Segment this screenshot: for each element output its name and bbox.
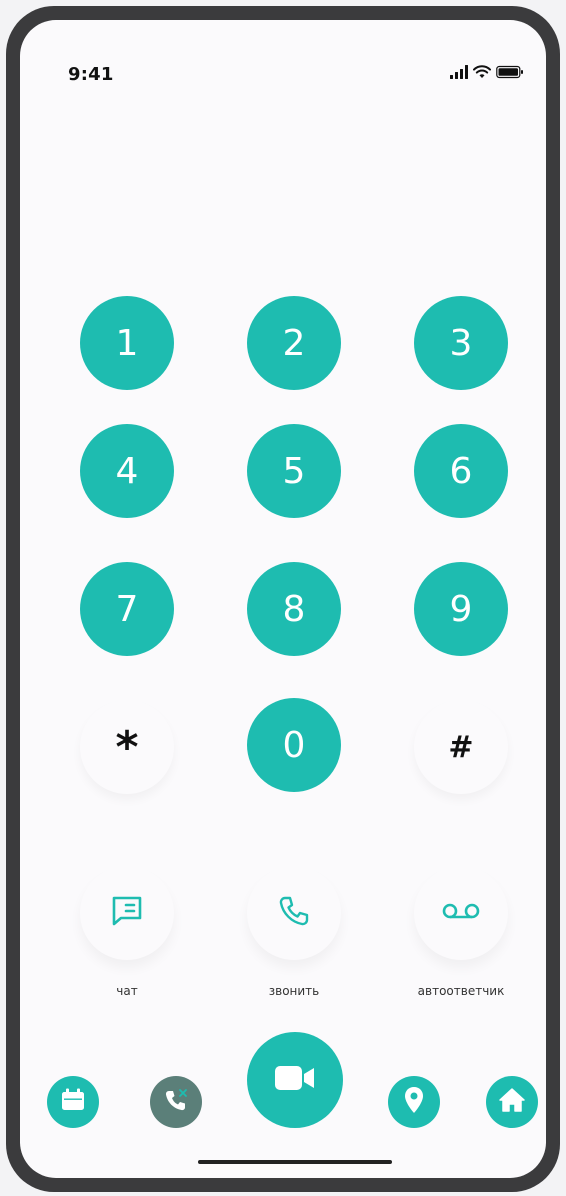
key-8[interactable]: 8 [247,562,341,656]
call-button[interactable] [247,866,341,960]
wifi-icon [473,64,491,83]
voicemail-icon [441,901,481,925]
key-3[interactable]: 3 [414,296,508,390]
key-5[interactable]: 5 [247,424,341,518]
chat-label: чат [116,984,138,998]
key-2[interactable]: 2 [247,296,341,390]
home-indicator [198,1160,392,1164]
key-hash[interactable]: # [414,700,508,794]
location-button[interactable] [388,1076,440,1128]
phone-frame: 9:41 1 2 3 4 5 6 7 8 9 * 0 # чат звонить… [6,6,560,1192]
home-button[interactable] [486,1076,538,1128]
chat-button[interactable] [80,866,174,960]
key-star[interactable]: * [80,700,174,794]
phone-icon [276,893,312,933]
screen: 9:41 1 2 3 4 5 6 7 8 9 * 0 # чат звонить… [20,20,546,1178]
video-call-button[interactable] [247,1032,343,1128]
key-0[interactable]: 0 [247,698,341,792]
key-4[interactable]: 4 [80,424,174,518]
phone-icon [162,1086,190,1118]
status-icons [450,64,524,82]
key-6[interactable]: 6 [414,424,508,518]
battery-icon [496,64,524,83]
key-7[interactable]: 7 [80,562,174,656]
key-9[interactable]: 9 [414,562,508,656]
phone-nav-button[interactable] [150,1076,202,1128]
voicemail-label: автоответчик [417,984,505,998]
voicemail-button[interactable] [414,866,508,960]
calendar-button[interactable] [47,1076,99,1128]
home-icon [498,1087,526,1117]
calendar-icon [60,1088,86,1116]
call-label: звонить [268,984,320,998]
signal-icon [450,64,468,83]
status-time: 9:41 [68,64,114,85]
video-camera-icon [273,1063,317,1097]
chat-icon [109,894,145,932]
location-pin-icon [403,1086,425,1118]
key-1[interactable]: 1 [80,296,174,390]
